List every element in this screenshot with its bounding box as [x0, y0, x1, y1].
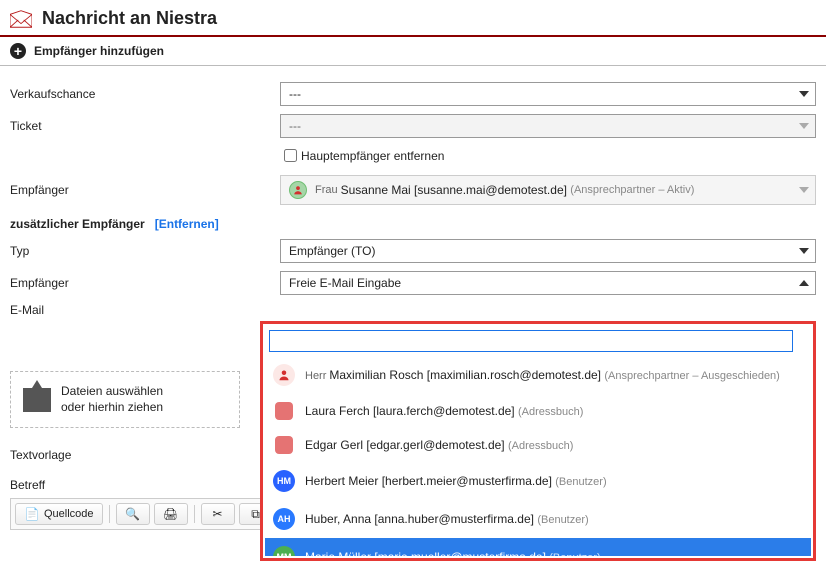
plus-icon: +: [10, 43, 26, 59]
remove-link[interactable]: [Entfernen]: [155, 217, 219, 231]
suggestion-item[interactable]: Laura Ferch [laura.ferch@demotest.de] (A…: [265, 394, 811, 428]
source-icon: 📄: [24, 506, 40, 522]
upload-icon: [23, 388, 51, 412]
suggestion-item[interactable]: AHHuber, Anna [anna.huber@musterfirma.de…: [265, 500, 811, 538]
avatar: MM: [273, 546, 295, 556]
preview-button[interactable]: 🔍: [116, 503, 150, 525]
email-label: E-Mail: [10, 303, 280, 317]
cut-icon: ✂: [210, 506, 226, 522]
opportunity-label: Verkaufschance: [10, 87, 280, 101]
ticket-select[interactable]: ---: [280, 114, 816, 138]
add-recipient-label: Empfänger hinzufügen: [34, 44, 164, 58]
avatar: [275, 402, 293, 420]
suggestion-item[interactable]: HMHerbert Meier [herbert.meier@musterfir…: [265, 462, 811, 500]
recipient2-label: Empfänger: [10, 276, 280, 290]
preview-icon: 🔍: [125, 506, 141, 522]
chevron-down-icon: [799, 123, 809, 129]
suggestion-item[interactable]: Edgar Gerl [edgar.gerl@demotest.de] (Adr…: [265, 428, 811, 462]
recipient-label: Empfänger: [10, 183, 280, 197]
chevron-down-icon: [799, 91, 809, 97]
page-title: Nachricht an Niestra: [42, 8, 217, 29]
print-icon: 🖨: [163, 506, 179, 522]
email-input[interactable]: [270, 331, 792, 351]
main-recipient-field[interactable]: Frau Susanne Mai [susanne.mai@demotest.d…: [280, 175, 816, 205]
email-suggestion-dropdown: HerrMaximilian Rosch [maximilian.rosch@d…: [260, 321, 816, 561]
ticket-label: Ticket: [10, 119, 280, 133]
print-button[interactable]: 🖨: [154, 503, 188, 525]
recipient2-select[interactable]: Freie E-Mail Eingabe: [280, 271, 816, 295]
template-label: Textvorlage: [10, 448, 250, 462]
suggestion-item[interactable]: MMMarie Müller [marie.mueller@musterfirm…: [265, 538, 811, 556]
subject-label: Betreff: [10, 478, 250, 492]
avatar: [275, 436, 293, 454]
suggestion-list[interactable]: HerrMaximilian Rosch [maximilian.rosch@d…: [265, 356, 811, 556]
file-upload-dropzone[interactable]: Dateien auswählen oder hierhin ziehen: [10, 371, 240, 428]
chevron-down-icon: [799, 187, 809, 193]
source-button[interactable]: 📄 Quellcode: [15, 503, 103, 525]
avatar: [273, 364, 295, 386]
person-icon: [289, 181, 307, 199]
remove-main-label: Hauptempfänger entfernen: [301, 149, 444, 163]
cut-button[interactable]: ✂: [201, 503, 235, 525]
additional-recipient-heading: zusätzlicher Empfänger: [10, 217, 145, 231]
add-recipient-bar[interactable]: + Empfänger hinzufügen: [0, 37, 826, 66]
type-select[interactable]: Empfänger (TO): [280, 239, 816, 263]
suggestion-item[interactable]: HerrMaximilian Rosch [maximilian.rosch@d…: [265, 356, 811, 394]
mail-icon: [10, 10, 32, 28]
opportunity-select[interactable]: ---: [280, 82, 816, 106]
avatar: HM: [273, 470, 295, 492]
chevron-up-icon: [799, 280, 809, 286]
remove-main-checkbox[interactable]: [284, 149, 297, 162]
chevron-down-icon: [799, 248, 809, 254]
type-label: Typ: [10, 244, 280, 258]
